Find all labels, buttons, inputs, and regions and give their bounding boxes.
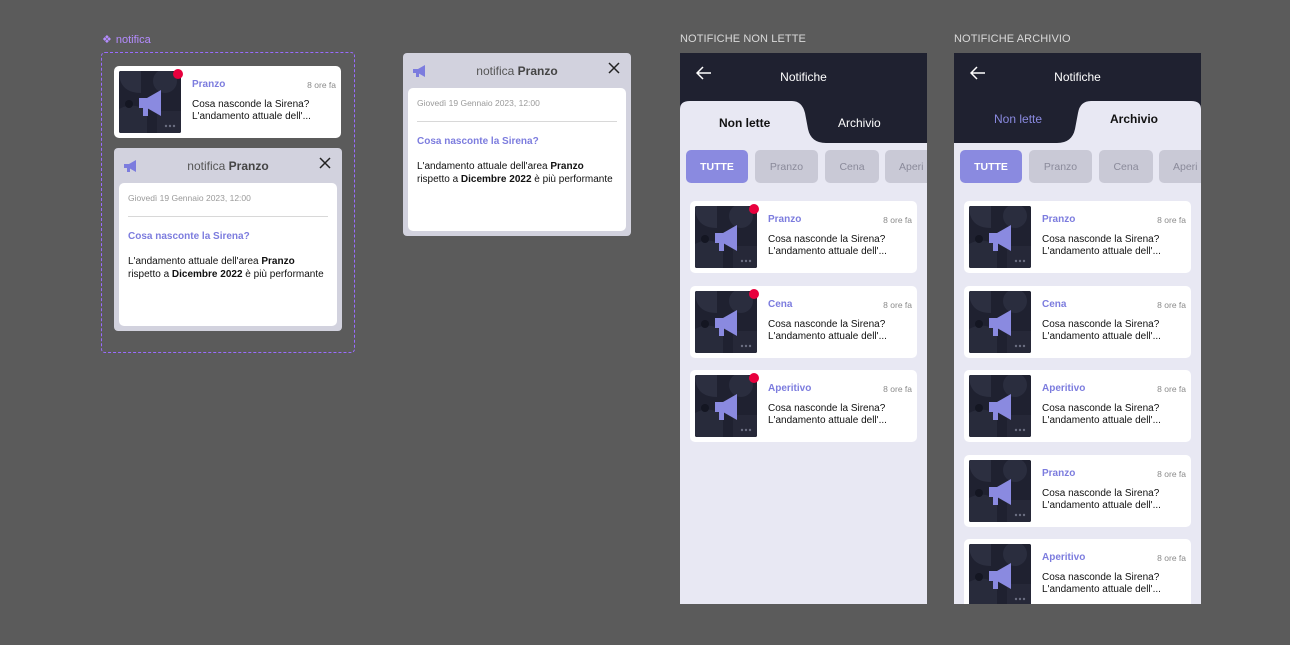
notification-thumbnail (969, 375, 1031, 437)
close-icon[interactable] (318, 156, 332, 170)
chip-cena[interactable]: Cena (825, 150, 879, 183)
notification-line-1: Cosa nasconde la Sirena? (1042, 403, 1160, 414)
chip-pranzo[interactable]: Pranzo (755, 150, 818, 183)
divider (128, 216, 328, 217)
notification-card[interactable]: Aperitivo 8 ore fa Cosa nasconde la Sirena… (964, 539, 1191, 604)
unread-dot (749, 373, 759, 383)
notification-card[interactable]: Pranzo 8 ore fa Cosa nasconde la Sirena? L'… (964, 201, 1191, 273)
notification-thumbnail (969, 206, 1031, 268)
notification-category: Pranzo (1042, 467, 1076, 479)
popup-body: Giovedì 19 Gennaio 2023, 12:00 Cosa nasc… (119, 183, 337, 326)
divider (417, 121, 617, 122)
notification-line-1: Cosa nasconde la Sirena? (1042, 318, 1160, 330)
notification-thumbnail (119, 71, 181, 133)
popup-header: notifica Pranzo (114, 148, 342, 183)
notification-line-2: L'andamento attuale dell'... (1042, 499, 1161, 511)
notification-thumbnail (695, 206, 757, 268)
notification-popup-standalone: notifica Pranzo Giovedì 19 Gennaio 2023,… (403, 53, 631, 236)
notification-time: 8 ore fa (1157, 553, 1186, 563)
notification-time: 8 ore fa (307, 80, 336, 90)
phone-unread: Notifiche Non lette Archivio TUTTE Pranz… (680, 53, 927, 604)
notification-line-1: Cosa nasconde la Sirena? (768, 318, 886, 330)
tab-bar: Non lette Archivio (680, 99, 927, 143)
notification-line-2: L'andamento attuale dell'... (1042, 246, 1161, 257)
notification-category: Pranzo (768, 214, 802, 225)
popup-text: L'andamento attuale dell'area Pranzo ris… (128, 256, 324, 280)
notification-thumbnail (969, 459, 1031, 522)
popup-heading: Cosa nasconte la Sirena? (417, 136, 539, 147)
tab-bar: Non lette Archivio (954, 99, 1201, 143)
notification-time: 8 ore fa (883, 384, 912, 394)
notification-line-1: Cosa nasconde la Sirena? (1042, 572, 1160, 583)
notification-thumbnail (695, 375, 757, 437)
notification-line-2: L'andamento attuale dell'... (768, 330, 887, 342)
tab-archive[interactable]: Archivio (838, 116, 881, 130)
tab-unread[interactable]: Non lette (719, 116, 770, 130)
notification-line-2: L'andamento attuale dell'... (1042, 415, 1161, 426)
notification-thumbnail (695, 290, 757, 353)
popup-text: L'andamento attuale dell'area Pranzo ris… (417, 161, 613, 185)
notification-card[interactable]: Aperitivo 8 ore fa Cosa nasconde la Sirena… (964, 370, 1191, 442)
tab-archive[interactable]: Archivio (1110, 112, 1158, 126)
notification-time: 8 ore fa (883, 299, 912, 310)
frame-label-archive: NOTIFICHE ARCHIVIO (954, 33, 1071, 45)
chip-aperitivo[interactable]: Aperi (885, 150, 927, 183)
notification-category: Cena (768, 298, 793, 310)
popup-heading: Cosa nasconte la Sirena? (128, 231, 250, 242)
notification-time: 8 ore fa (1157, 299, 1186, 310)
notification-card[interactable]: Cena 8 ore fa Cosa nasconde la Sirena? L'an… (690, 285, 917, 358)
notification-card[interactable]: Pranzo 8 ore fa Cosa nasconde la Sirena?… (114, 66, 341, 138)
notification-time: 8 ore fa (883, 215, 912, 225)
popup-title: notifica Pranzo (476, 64, 558, 78)
notification-card[interactable]: Aperitivo 8 ore fa Cosa nasconde la Sirena… (690, 370, 917, 442)
notification-category: Aperitivo (1042, 552, 1086, 563)
unread-dot (749, 204, 759, 214)
notification-thumbnail (969, 544, 1031, 604)
notification-time: 8 ore fa (1157, 468, 1186, 479)
notification-line-2: L'andamento attuale dell'... (768, 246, 887, 257)
component-label: ❖ notifica (102, 33, 151, 47)
notification-line-1: Cosa nasconde la Sirena? (192, 99, 310, 110)
notification-line-2: L'andamento attuale dell'... (192, 111, 311, 122)
notification-card[interactable]: Pranzo 8 ore fa Cosa nasconde la Sirena? L'… (964, 454, 1191, 527)
chip-cena[interactable]: Cena (1099, 150, 1153, 183)
notification-line-2: L'andamento attuale dell'... (768, 415, 887, 426)
chip-pranzo[interactable]: Pranzo (1029, 150, 1092, 183)
notification-category: Pranzo (192, 79, 226, 90)
close-icon[interactable] (607, 61, 621, 75)
popup-header: notifica Pranzo (403, 53, 631, 88)
popup-date: Giovedì 19 Gennaio 2023, 12:00 (417, 98, 540, 108)
notification-line-2: L'andamento attuale dell'... (1042, 584, 1161, 595)
popup-title: notifica Pranzo (187, 159, 269, 173)
notification-card[interactable]: Cena 8 ore fa Cosa nasconde la Sirena? L'an… (964, 285, 1191, 358)
notification-line-1: Cosa nasconde la Sirena? (1042, 487, 1160, 499)
notification-line-1: Cosa nasconde la Sirena? (1042, 234, 1160, 245)
notification-line-2: L'andamento attuale dell'... (1042, 330, 1161, 342)
notification-category: Aperitivo (768, 383, 812, 394)
chip-all[interactable]: TUTTE (960, 150, 1022, 183)
unread-dot (173, 69, 183, 79)
notification-line-1: Cosa nasconde la Sirena? (768, 234, 886, 245)
notification-popup: notifica Pranzo Giovedì 19 Gennaio 2023,… (114, 148, 342, 331)
tab-unread[interactable]: Non lette (994, 112, 1042, 126)
chip-all[interactable]: TUTTE (686, 150, 748, 183)
notification-time: 8 ore fa (1157, 215, 1186, 225)
notification-thumbnail (969, 290, 1031, 353)
unread-dot (749, 288, 759, 299)
notification-category: Cena (1042, 298, 1067, 310)
popup-date: Giovedì 19 Gennaio 2023, 12:00 (128, 193, 251, 203)
screen-title: Notifiche (1054, 70, 1101, 84)
popup-body: Giovedì 19 Gennaio 2023, 12:00 Cosa nasc… (408, 88, 626, 231)
notification-card[interactable]: Pranzo 8 ore fa Cosa nasconde la Sirena? L'… (690, 201, 917, 273)
notification-category: Aperitivo (1042, 383, 1086, 394)
notification-category: Pranzo (1042, 214, 1076, 225)
phone-archive: Notifiche Non lette Archivio TUTTE Pranz… (954, 53, 1201, 604)
frame-label-unread: NOTIFICHE NON LETTE (680, 33, 806, 45)
screen-title: Notifiche (780, 70, 827, 84)
chip-aperitivo[interactable]: Aperi (1159, 150, 1201, 183)
notification-line-1: Cosa nasconde la Sirena? (768, 403, 886, 414)
notification-time: 8 ore fa (1157, 384, 1186, 394)
component-icon: ❖ (102, 34, 112, 46)
